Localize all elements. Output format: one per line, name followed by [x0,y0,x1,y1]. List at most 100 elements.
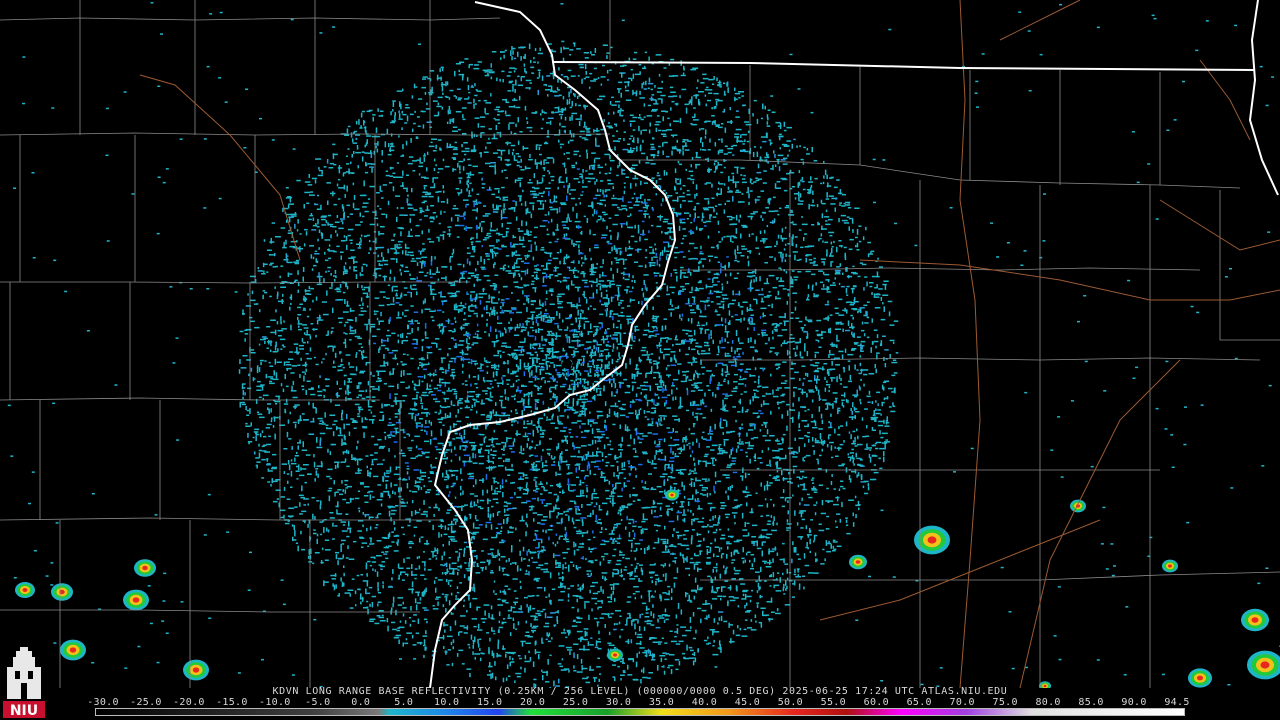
echo-pixel [801,365,806,367]
echo-pixel [293,261,299,263]
echo-pixel [305,368,307,372]
echo-pixel [721,336,723,343]
echo-pixel [369,543,373,545]
echo-pixel [861,321,864,325]
echo-pixel [525,257,527,260]
echo-pixel [334,278,336,282]
echo-pixel [545,460,547,464]
echo-pixel [271,467,277,470]
echo-pixel [628,412,634,414]
echo-pixel [361,542,367,544]
echo-pixel [691,286,693,291]
echo-pixel [359,221,363,223]
echo-pixel [378,564,383,566]
echo-pixel [299,513,303,515]
echo-pixel [634,567,636,573]
echo-pixel [613,140,619,142]
echo-pixel [530,300,536,302]
echo-pixel [254,452,256,455]
echo-pixel [470,299,474,302]
echo-pixel [582,384,584,388]
echo-pixel [600,128,605,131]
echo-pixel [457,344,464,346]
echo-pixel [444,596,448,598]
echo-pixel [714,515,717,519]
echo-pixel [802,188,806,191]
echo-pixel [576,671,583,673]
echo-pixel [505,101,510,104]
echo-pixel [472,376,477,378]
echo-pixel [625,99,632,101]
echo-pixel [676,567,679,574]
echo-pixel [679,151,681,154]
echo-pixel [829,234,833,237]
echo-pixel [522,448,525,451]
echo-pixel [697,321,700,324]
echo-pixel [384,551,389,553]
echo-pixel [783,129,787,132]
echo-pixel [762,218,764,221]
echo-pixel [643,395,646,398]
echo-pixel [315,468,319,470]
echo-pixel [591,166,594,170]
echo-pixel [835,526,838,528]
echo-pixel [565,449,569,451]
echo-pixel [502,492,504,498]
echo-pixel [267,481,271,483]
echo-pixel [802,575,806,577]
echo-pixel [381,370,386,372]
echo-pixel [599,171,601,174]
echo-pixel [558,678,560,684]
echo-pixel [376,463,380,466]
echo-pixel [612,186,614,190]
echo-pixel [436,343,438,348]
echo-pixel [701,478,708,480]
echo-pixel [460,302,462,305]
echo-pixel [746,595,752,598]
echo-pixel [562,372,564,375]
echo-pixel [573,150,580,153]
echo-pixel [736,252,742,254]
echo-pixel [381,614,384,617]
echo-pixel [576,168,580,170]
echo-pixel [599,327,601,330]
echo-pixel [400,402,402,409]
echo-pixel [400,505,407,507]
echo-pixel [506,414,511,417]
echo-pixel [519,657,522,660]
echo-pixel [372,568,374,571]
echo-pixel [459,432,461,436]
echo-pixel [804,456,807,458]
echo-pixel [874,340,879,343]
echo-pixel [612,135,615,137]
echo-pixel [384,404,390,406]
echo-pixel [584,630,586,637]
echo-pixel [630,564,633,566]
echo-pixel [595,194,601,197]
echo-pixel [391,239,395,241]
echo-pixel [297,442,301,444]
echo-pixel [617,476,620,480]
echo-pixel [587,372,590,376]
echo-pixel [790,276,792,283]
echo-pixel [587,515,591,517]
echo-pixel [605,289,608,292]
echo-pixel [342,366,345,369]
echo-pixel [498,565,501,572]
echo-pixel [693,472,697,474]
echo-pixel [602,502,608,505]
echo-pixel [510,144,516,147]
echo-pixel [554,95,560,97]
echo-pixel [690,221,693,224]
echo-pixel [598,280,605,282]
echo-pixel [744,472,747,479]
echo-pixel [247,293,249,296]
echo-pixel [581,279,588,282]
echo-pixel [280,496,285,498]
echo-pixel [871,455,878,457]
echo-pixel [852,316,854,320]
echo-pixel [780,253,782,258]
echo-pixel [551,355,557,358]
echo-pixel [661,451,663,454]
echo-pixel [662,573,665,577]
